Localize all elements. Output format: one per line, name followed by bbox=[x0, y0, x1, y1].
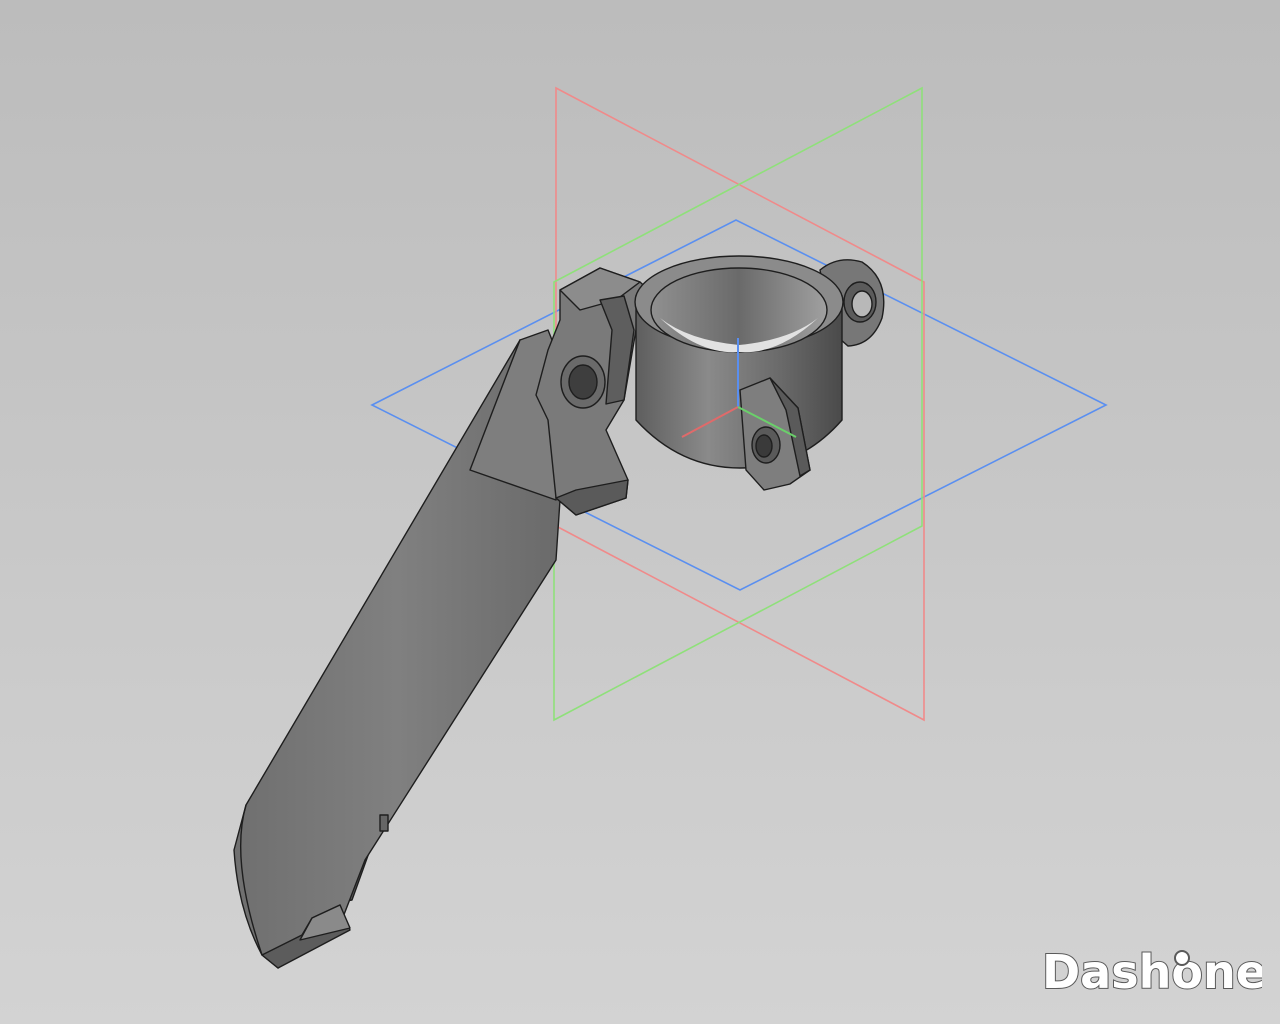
viewport-background bbox=[0, 0, 1280, 1024]
dashone-logo: Dashone bbox=[1041, 944, 1262, 1000]
logo-text: Dashone bbox=[1042, 945, 1262, 999]
model-viewport[interactable]: Dashone bbox=[0, 0, 1280, 1024]
gear-icon bbox=[1174, 950, 1190, 966]
3d-scene[interactable] bbox=[0, 0, 1280, 1024]
